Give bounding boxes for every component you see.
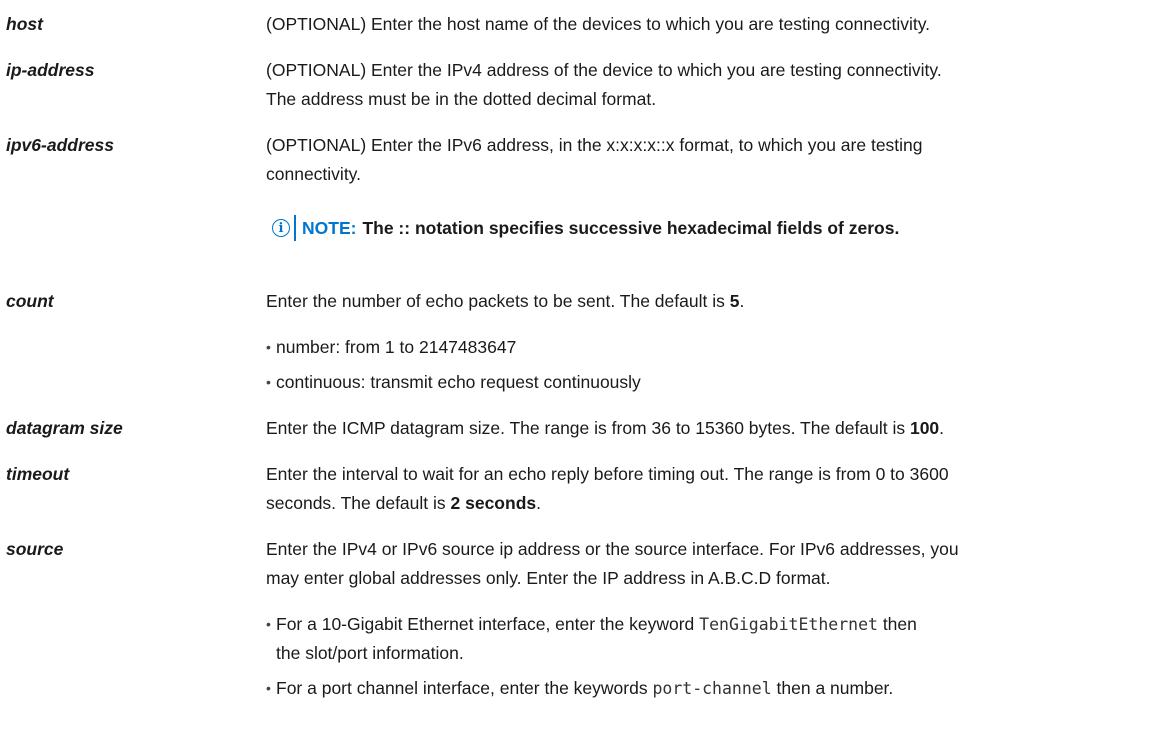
keyword-code: TenGigabitEthernet bbox=[699, 615, 878, 634]
description-text: (OPTIONAL) Enter the IPv4 address of the… bbox=[266, 60, 942, 80]
param-term: count bbox=[6, 291, 54, 311]
list-item-text: the slot/port information. bbox=[276, 643, 464, 663]
bullet-icon: • bbox=[266, 680, 271, 696]
list-item-text: For a 10-Gigabit Ethernet interface, ent… bbox=[276, 614, 700, 634]
description-text: Enter the ICMP datagram size. The range … bbox=[266, 414, 1146, 443]
list-item-text: For a port channel interface, enter the … bbox=[276, 678, 653, 698]
param-description: (OPTIONAL) Enter the host name of the de… bbox=[266, 10, 1146, 39]
param-description: Enter the number of echo packets to be s… bbox=[266, 287, 1146, 316]
note-label: NOTE: bbox=[302, 217, 357, 238]
description-text: (OPTIONAL) Enter the IPv6 address, in th… bbox=[266, 135, 923, 155]
source-options-list: • For a 10-Gigabit Ethernet interface, e… bbox=[266, 610, 1146, 703]
info-icon: i bbox=[272, 219, 290, 237]
description-suffix: . bbox=[536, 493, 541, 513]
default-value: 2 seconds bbox=[450, 493, 537, 513]
description-text: Enter the interval to wait for an echo r… bbox=[266, 464, 949, 484]
parameter-table: host (OPTIONAL) Enter the host name of t… bbox=[0, 0, 1156, 749]
param-term: ipv6-address bbox=[6, 135, 114, 155]
note-callout: i NOTE: The :: notation specifies succes… bbox=[272, 213, 899, 243]
keyword-code: port-channel bbox=[652, 679, 772, 698]
default-value: 5 bbox=[729, 291, 740, 311]
description-prefix: seconds. The default is bbox=[266, 493, 451, 513]
description-text: may enter global addresses only. Enter t… bbox=[266, 568, 831, 588]
param-description: (OPTIONAL) Enter the IPv6 address, in th… bbox=[266, 131, 1146, 189]
description-prefix: Enter the number of echo packets to be s… bbox=[266, 291, 730, 311]
description-text: seconds. The default is 2 seconds. bbox=[266, 489, 1146, 518]
description-text: connectivity. bbox=[266, 164, 361, 184]
default-value: 100 bbox=[909, 418, 940, 438]
param-description: Enter the interval to wait for an echo r… bbox=[266, 460, 1146, 518]
bullet-icon: • bbox=[266, 339, 271, 355]
note-text: The :: notation specifies successive hex… bbox=[362, 217, 900, 238]
description-text: (OPTIONAL) Enter the host name of the de… bbox=[266, 14, 931, 34]
list-item-text: then bbox=[877, 614, 917, 634]
param-term: source bbox=[6, 539, 64, 559]
list-item: • For a 10-Gigabit Ethernet interface, e… bbox=[266, 610, 1146, 668]
param-description: (OPTIONAL) Enter the IPv4 address of the… bbox=[266, 56, 1146, 114]
param-description: Enter the ICMP datagram size. The range … bbox=[266, 414, 1146, 443]
list-item: • For a port channel interface, enter th… bbox=[266, 674, 1146, 703]
description-suffix: . bbox=[739, 291, 745, 311]
param-term: datagram size bbox=[6, 418, 123, 438]
param-description: Enter the IPv4 or IPv6 source ip address… bbox=[266, 535, 1146, 593]
description-text: The address must be in the dotted decima… bbox=[266, 89, 657, 109]
list-item: • number: from 1 to 2147483647 bbox=[266, 333, 1146, 362]
note-divider bbox=[294, 215, 296, 241]
count-options-list: • number: from 1 to 2147483647 • continuou… bbox=[266, 333, 1146, 397]
param-term: host bbox=[6, 14, 43, 34]
description-text: Enter the IPv4 or IPv6 source ip address… bbox=[266, 539, 959, 559]
param-term: timeout bbox=[6, 464, 70, 484]
list-item: • continuous: transmit echo request conti… bbox=[266, 368, 1146, 397]
description-suffix: . bbox=[939, 418, 945, 438]
list-item-text: continuous: transmit echo request contin… bbox=[276, 372, 641, 392]
bullet-icon: • bbox=[266, 616, 271, 632]
param-term: ip-address bbox=[6, 60, 95, 80]
bullet-icon: • bbox=[266, 374, 271, 390]
list-item-text: number: from 1 to 2147483647 bbox=[276, 337, 517, 357]
description-prefix: Enter the ICMP datagram size. The range … bbox=[266, 418, 910, 438]
list-item-text: then a number. bbox=[771, 678, 894, 698]
description-text: Enter the number of echo packets to be s… bbox=[266, 287, 1146, 316]
